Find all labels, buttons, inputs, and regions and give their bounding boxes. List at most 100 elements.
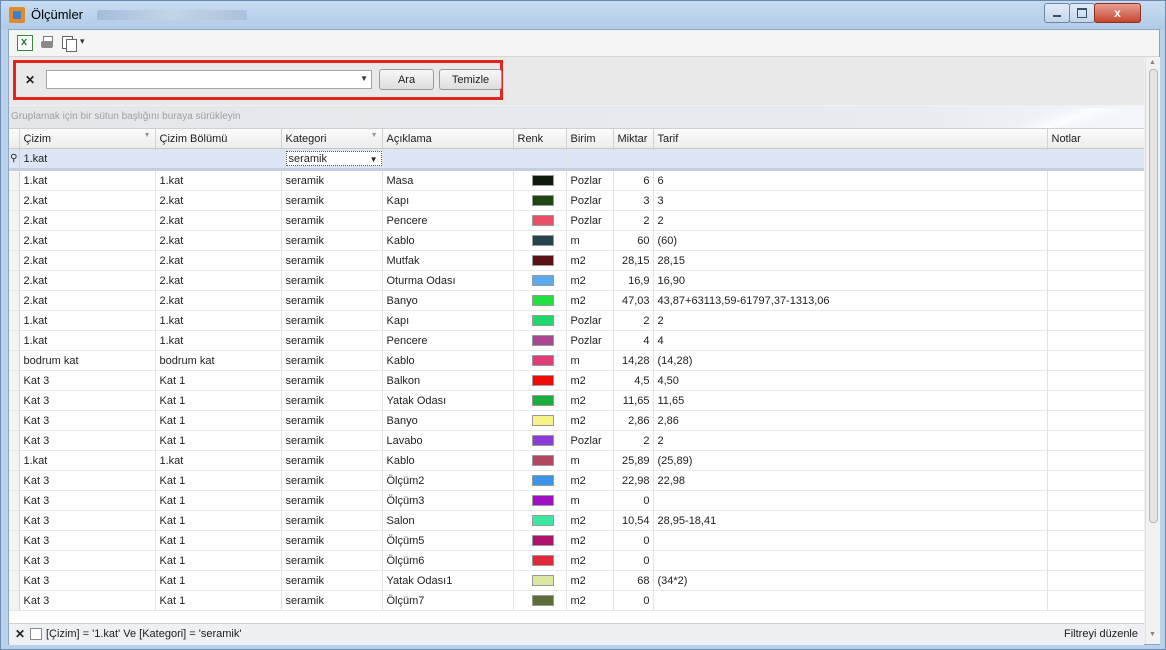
cell-notlar[interactable] — [1047, 410, 1144, 431]
cell-bolum[interactable]: Kat 1 — [155, 510, 282, 531]
cell-notlar[interactable] — [1047, 350, 1144, 371]
copy-dropdown-icon[interactable]: ▾ — [80, 36, 85, 47]
cell-bolum[interactable]: Kat 1 — [155, 590, 282, 611]
cell-aciklama[interactable]: Ölçüm7 — [382, 590, 514, 611]
cell-renk[interactable] — [513, 350, 567, 371]
row-indicator[interactable] — [9, 350, 20, 371]
cell-kategori[interactable]: seramik — [281, 210, 383, 231]
row-indicator[interactable] — [9, 530, 20, 551]
cell-cizim[interactable]: Kat 3 — [19, 410, 156, 431]
table-row[interactable]: 2.kat 2.kat seramik Oturma Odası m2 16,9 16,90 — [9, 270, 1144, 291]
row-indicator[interactable] — [9, 510, 20, 531]
cell-miktar[interactable]: 16,9 — [613, 270, 654, 291]
cell-renk[interactable] — [513, 310, 567, 331]
auto-filter-cell-aciklama[interactable] — [382, 148, 514, 171]
cell-cizim[interactable]: 2.kat — [19, 270, 156, 291]
column-header-kategori[interactable]: Kategori ▼ — [281, 129, 383, 149]
cell-tarif[interactable]: 2,86 — [653, 410, 1048, 431]
cell-birim[interactable]: m — [566, 490, 614, 511]
column-header-cizim-bolumu[interactable]: Çizim Bölümü — [155, 129, 282, 149]
row-indicator[interactable] — [9, 290, 20, 311]
cell-tarif[interactable]: 16,90 — [653, 270, 1048, 291]
cell-miktar[interactable]: 47,03 — [613, 290, 654, 311]
chevron-down-icon[interactable]: ▼ — [360, 74, 368, 83]
cell-aciklama[interactable]: Yatak Odası — [382, 390, 514, 411]
cell-miktar[interactable]: 4 — [613, 330, 654, 351]
table-row[interactable]: 1.kat 1.kat seramik Kablo m 25,89 (25,89) — [9, 450, 1144, 471]
cell-notlar[interactable] — [1047, 390, 1144, 411]
row-indicator[interactable] — [9, 330, 20, 351]
auto-filter-cell-birim[interactable] — [566, 148, 614, 171]
print-icon[interactable] — [39, 35, 55, 51]
cell-renk[interactable] — [513, 190, 567, 211]
cell-miktar[interactable]: 2 — [613, 310, 654, 331]
row-indicator[interactable] — [9, 430, 20, 451]
cell-aciklama[interactable]: Mutfak — [382, 250, 514, 271]
cell-tarif[interactable]: 2 — [653, 210, 1048, 231]
edit-filter-link[interactable]: Filtreyi düzenle — [1064, 628, 1138, 640]
cell-renk[interactable] — [513, 250, 567, 271]
cell-bolum[interactable]: 2.kat — [155, 290, 282, 311]
cell-birim[interactable]: Pozlar — [566, 430, 614, 451]
column-header-renk[interactable]: Renk — [513, 129, 567, 149]
scrollbar-thumb[interactable] — [1149, 69, 1158, 523]
column-header-miktar[interactable]: Miktar — [613, 129, 654, 149]
cell-renk[interactable] — [513, 470, 567, 491]
auto-filter-cell-cizim[interactable]: 1.kat — [19, 148, 156, 171]
close-search-icon[interactable]: ✕ — [25, 73, 35, 87]
cell-tarif[interactable]: 6 — [653, 169, 1048, 191]
column-header-notlar[interactable]: Notlar — [1047, 129, 1144, 149]
cell-kategori[interactable]: seramik — [281, 290, 383, 311]
cell-kategori[interactable]: seramik — [281, 310, 383, 331]
row-indicator[interactable] — [9, 230, 20, 251]
cell-aciklama[interactable]: Banyo — [382, 410, 514, 431]
table-row[interactable]: 2.kat 2.kat seramik Kablo m 60 (60) — [9, 230, 1144, 251]
table-row[interactable]: 1.kat 1.kat seramik Masa Pozlar 6 6 — [9, 169, 1144, 191]
cell-notlar[interactable] — [1047, 430, 1144, 451]
cell-cizim[interactable]: 1.kat — [19, 330, 156, 351]
cell-bolum[interactable]: 1.kat — [155, 330, 282, 351]
cell-birim[interactable]: m2 — [566, 370, 614, 391]
cell-miktar[interactable]: 0 — [613, 550, 654, 571]
cell-aciklama[interactable]: Pencere — [382, 330, 514, 351]
cell-aciklama[interactable]: Banyo — [382, 290, 514, 311]
cell-bolum[interactable]: 1.kat — [155, 169, 282, 191]
cell-miktar[interactable]: 2 — [613, 430, 654, 451]
cell-cizim[interactable]: Kat 3 — [19, 510, 156, 531]
cell-renk[interactable] — [513, 270, 567, 291]
cell-cizim[interactable]: Kat 3 — [19, 370, 156, 391]
cell-kategori[interactable]: seramik — [281, 470, 383, 491]
cell-tarif[interactable] — [653, 550, 1048, 571]
row-indicator[interactable] — [9, 390, 20, 411]
cell-kategori[interactable]: seramik — [281, 390, 383, 411]
group-panel[interactable]: Gruplamak için bir sütun başlığını buray… — [9, 106, 1144, 129]
minimize-button[interactable] — [1044, 3, 1070, 23]
cell-tarif[interactable]: 4 — [653, 330, 1048, 351]
cell-miktar[interactable]: 22,98 — [613, 470, 654, 491]
cell-cizim[interactable]: Kat 3 — [19, 390, 156, 411]
cell-notlar[interactable] — [1047, 169, 1144, 191]
auto-filter-cell-miktar[interactable] — [613, 148, 654, 171]
auto-filter-cell-renk[interactable] — [513, 148, 567, 171]
cell-bolum[interactable]: Kat 1 — [155, 410, 282, 431]
cell-tarif[interactable]: 11,65 — [653, 390, 1048, 411]
cell-kategori[interactable]: seramik — [281, 590, 383, 611]
table-row[interactable]: Kat 3 Kat 1 seramik Yatak Odası m2 11,65 11,65 — [9, 390, 1144, 411]
table-row[interactable]: Kat 3 Kat 1 seramik Banyo m2 2,86 2,86 — [9, 410, 1144, 431]
cell-notlar[interactable] — [1047, 490, 1144, 511]
cell-miktar[interactable]: 68 — [613, 570, 654, 591]
cell-birim[interactable]: m2 — [566, 390, 614, 411]
cell-aciklama[interactable]: Pencere — [382, 210, 514, 231]
cell-kategori[interactable]: seramik — [281, 230, 383, 251]
cell-birim[interactable]: Pozlar — [566, 310, 614, 331]
cell-bolum[interactable]: Kat 1 — [155, 470, 282, 491]
kategori-filter-combo[interactable]: seramik ▼ — [285, 151, 381, 166]
cell-renk[interactable] — [513, 390, 567, 411]
cell-renk[interactable] — [513, 169, 567, 191]
row-indicator[interactable] — [9, 210, 20, 231]
cell-renk[interactable] — [513, 430, 567, 451]
cell-renk[interactable] — [513, 510, 567, 531]
table-row[interactable]: Kat 3 Kat 1 seramik Ölçüm7 m2 0 — [9, 590, 1144, 611]
cell-cizim[interactable]: 2.kat — [19, 250, 156, 271]
cell-birim[interactable]: m2 — [566, 530, 614, 551]
